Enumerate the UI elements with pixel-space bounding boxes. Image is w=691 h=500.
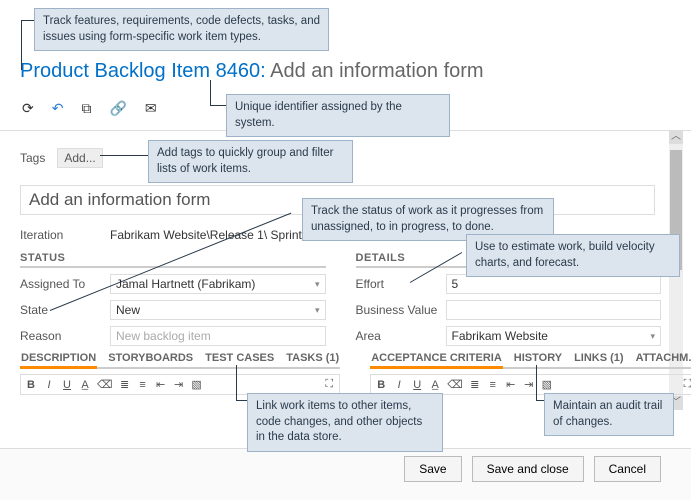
callout-line [236,400,247,401]
editor-toolbar-right: B I U A̲ ⌫ ≣ ≡ ⇤ ⇥ ▧ ⛶ [370,374,691,395]
tab-links[interactable]: LINKS (1) [573,350,625,367]
right-tabs: ACCEPTANCE CRITERIA HISTORY LINKS (1) AT… [370,350,691,395]
callout-line [21,20,22,70]
numbering-icon[interactable]: ≡ [487,379,499,391]
indent-icon[interactable]: ⇥ [523,378,535,391]
tab-attachments[interactable]: ATTACHM... [635,350,691,367]
callout-types: Track features, requirements, code defec… [34,8,329,51]
chevron-down-icon: ▾ [315,279,320,290]
tab-tasks[interactable]: TASKS (1) [285,350,340,367]
tab-description[interactable]: DESCRIPTION [20,350,97,369]
italic-icon[interactable]: I [43,379,55,391]
assigned-to-label: Assigned To [20,277,110,291]
link-icon[interactable]: 🔗 [109,100,126,117]
callout-line [536,365,537,400]
iteration-value[interactable]: Fabrikam Website\Release 1\ Sprint 1 [110,228,312,242]
outdent-icon[interactable]: ⇤ [505,378,517,391]
tags-row: Tags Add... [20,148,103,168]
bullets-icon[interactable]: ≣ [469,378,481,391]
save-close-button[interactable]: Save and close [472,456,584,482]
font-color-icon[interactable]: A̲ [79,379,91,391]
tab-storyboards[interactable]: STORYBOARDS [107,350,194,367]
outdent-icon[interactable]: ⇤ [155,378,167,391]
tab-history[interactable]: HISTORY [513,350,563,367]
bold-icon[interactable]: B [25,379,37,391]
save-button[interactable]: Save [404,456,461,482]
work-item-title: Product Backlog Item 8460: Add an inform… [20,60,484,83]
effort-label: Effort [356,277,446,291]
callout-line [100,155,148,156]
callout-tags: Add tags to quickly group and filter lis… [148,140,353,183]
image-icon[interactable]: ▧ [191,378,203,391]
toolbar: ⟳ ↶ ⧉ 🔗 ✉ [22,100,157,117]
callout-effort: Use to estimate work, build velocity cha… [466,234,680,277]
underline-icon[interactable]: U [411,379,423,391]
assigned-to-dropdown[interactable]: Jamal Hartnett (Fabrikam)▾ [110,274,326,294]
editor-toolbar-left: B I U A̲ ⌫ ≣ ≡ ⇤ ⇥ ▧ ⛶ [20,374,340,395]
image-icon[interactable]: ▧ [541,378,553,391]
refresh-icon[interactable]: ⟳ [22,100,34,117]
tags-label: Tags [20,151,45,165]
business-value-input[interactable] [446,300,662,320]
area-dropdown[interactable]: Fabrikam Website▾ [446,326,662,346]
callout-line [536,400,544,401]
state-label: State [20,303,110,317]
cancel-button[interactable]: Cancel [594,456,661,482]
callout-line [210,80,211,105]
callout-uid: Unique identifier assigned by the system… [226,94,450,137]
tab-test-cases[interactable]: TEST CASES [204,350,275,367]
maximize-icon[interactable]: ⛶ [323,378,335,391]
reason-label: Reason [20,329,110,343]
reason-input[interactable]: New backlog item [110,326,326,346]
left-tabs: DESCRIPTION STORYBOARDS TEST CASES TASKS… [20,350,340,395]
chevron-down-icon: ▾ [650,331,655,342]
maximize-icon[interactable]: ⛶ [682,378,691,391]
work-item-id: Product Backlog Item 8460: [20,60,266,82]
area-label: Area [356,329,446,343]
business-value-label: Business Value [356,303,446,317]
chevron-down-icon: ▾ [315,305,320,316]
indent-icon[interactable]: ⇥ [173,378,185,391]
callout-line [210,105,226,106]
callout-history: Maintain an audit trail of changes. [544,393,674,436]
add-tag-button[interactable]: Add... [57,148,102,168]
italic-icon[interactable]: I [393,379,405,391]
undo-icon[interactable]: ↶ [52,100,64,117]
callout-line [21,20,34,21]
scroll-up-icon[interactable]: ︿ [669,130,683,144]
status-section: STATUS Assigned To Jamal Hartnett (Fabri… [20,252,326,352]
underline-icon[interactable]: U [61,379,73,391]
work-item-name: Add an information form [270,60,483,82]
clear-format-icon[interactable]: ⌫ [447,378,463,391]
tab-acceptance[interactable]: ACCEPTANCE CRITERIA [370,350,503,369]
mail-icon[interactable]: ✉ [145,100,157,117]
callout-links: Link work items to other items, code cha… [247,393,443,452]
iteration-row: Iteration Fabrikam Website\Release 1\ Sp… [20,228,312,242]
state-dropdown[interactable]: New▾ [110,300,326,320]
iteration-label: Iteration [20,228,110,242]
callout-line [236,365,237,400]
bold-icon[interactable]: B [375,379,387,391]
bullets-icon[interactable]: ≣ [119,378,131,391]
font-color-icon[interactable]: A̲ [429,379,441,391]
numbering-icon[interactable]: ≡ [137,379,149,391]
copy-icon[interactable]: ⧉ [81,100,91,117]
clear-format-icon[interactable]: ⌫ [97,378,113,391]
